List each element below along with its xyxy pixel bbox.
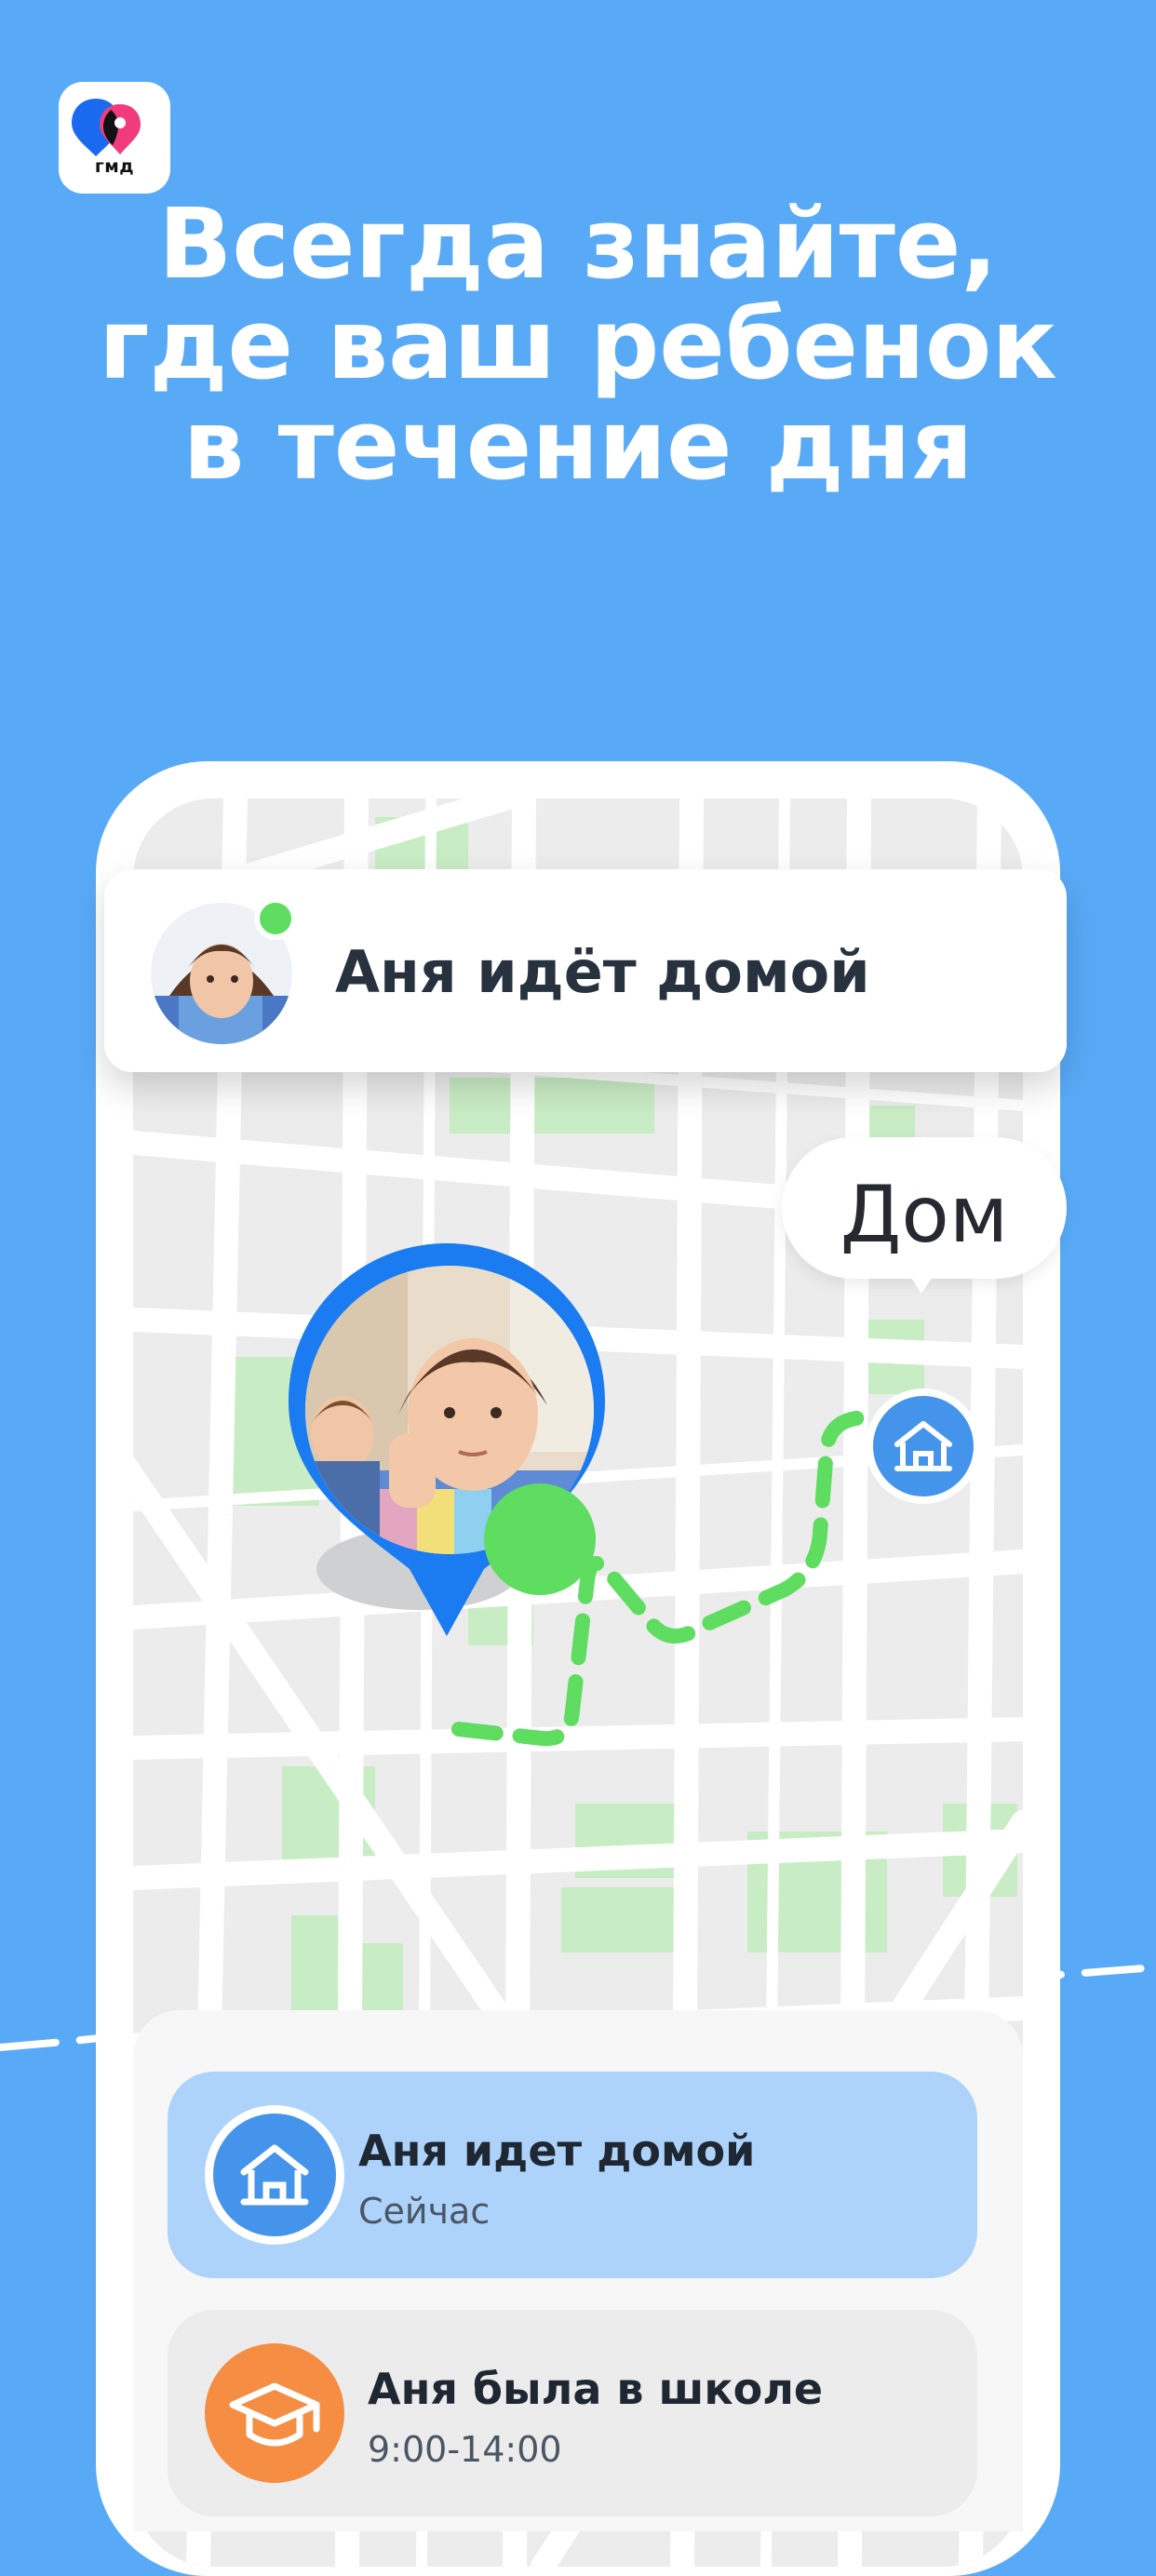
app-logo-icon [72, 99, 141, 156]
home-marker[interactable] [866, 1389, 981, 1504]
headline: Всегда знайте, где ваш ребенок в течение… [0, 194, 1156, 495]
logo-text: гмд [94, 156, 135, 177]
home-label-bubble: Дом [782, 1137, 1067, 1279]
home-label: Дом [840, 1169, 1009, 1260]
timeline-event-current[interactable]: Аня идет домой Сейчас [168, 2072, 977, 2278]
event-time: 9:00-14:00 [368, 2429, 562, 2470]
child-status-dot [484, 1483, 596, 1595]
event-icon-home [205, 2105, 344, 2245]
home-bubble-tail [901, 1262, 942, 1294]
headline-line-3: в течение дня [182, 388, 974, 502]
house-icon [894, 1421, 952, 1471]
event-time: Сейчас [358, 2191, 491, 2232]
house-icon [213, 2113, 336, 2236]
online-status-dot [254, 897, 297, 940]
app-logo: гмд [59, 82, 170, 194]
status-notification[interactable]: Аня идёт домой [104, 869, 1067, 1072]
timeline-event-school[interactable]: Аня была в школе 9:00-14:00 [168, 2310, 977, 2516]
headline-line-1: Всегда знайте, [158, 187, 998, 301]
graduation-cap-icon [229, 2382, 320, 2447]
event-icon-school [205, 2343, 344, 2483]
notification-text: Аня идёт домой [335, 938, 870, 1006]
event-title: Аня была в школе [368, 2364, 824, 2414]
event-title: Аня идет домой [358, 2126, 756, 2176]
headline-line-2: где ваш ребенок [99, 288, 1057, 401]
